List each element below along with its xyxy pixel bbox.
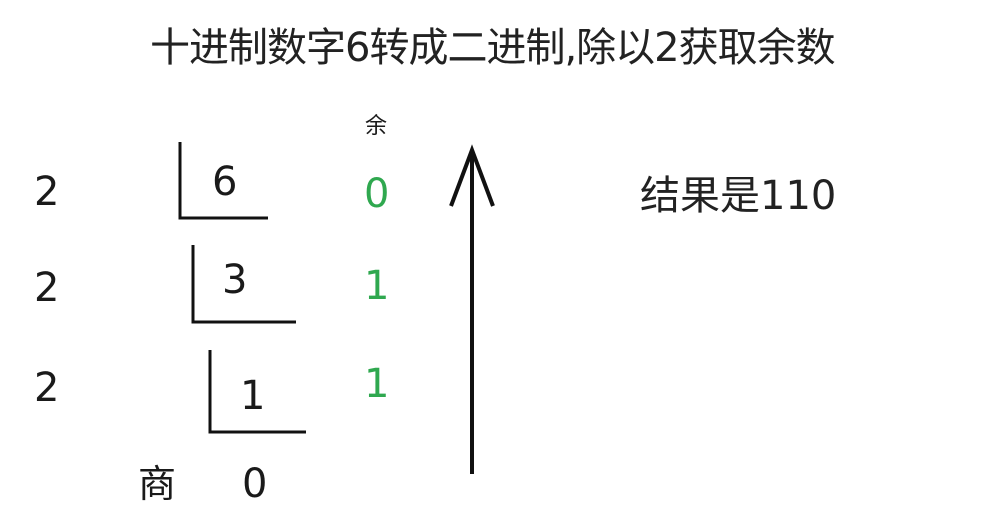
division-bracket-row-2 [191, 245, 296, 324]
division-lines [178, 142, 495, 474]
division-bracket-row-1 [178, 142, 268, 220]
division-bracket-row-3 [208, 350, 306, 434]
